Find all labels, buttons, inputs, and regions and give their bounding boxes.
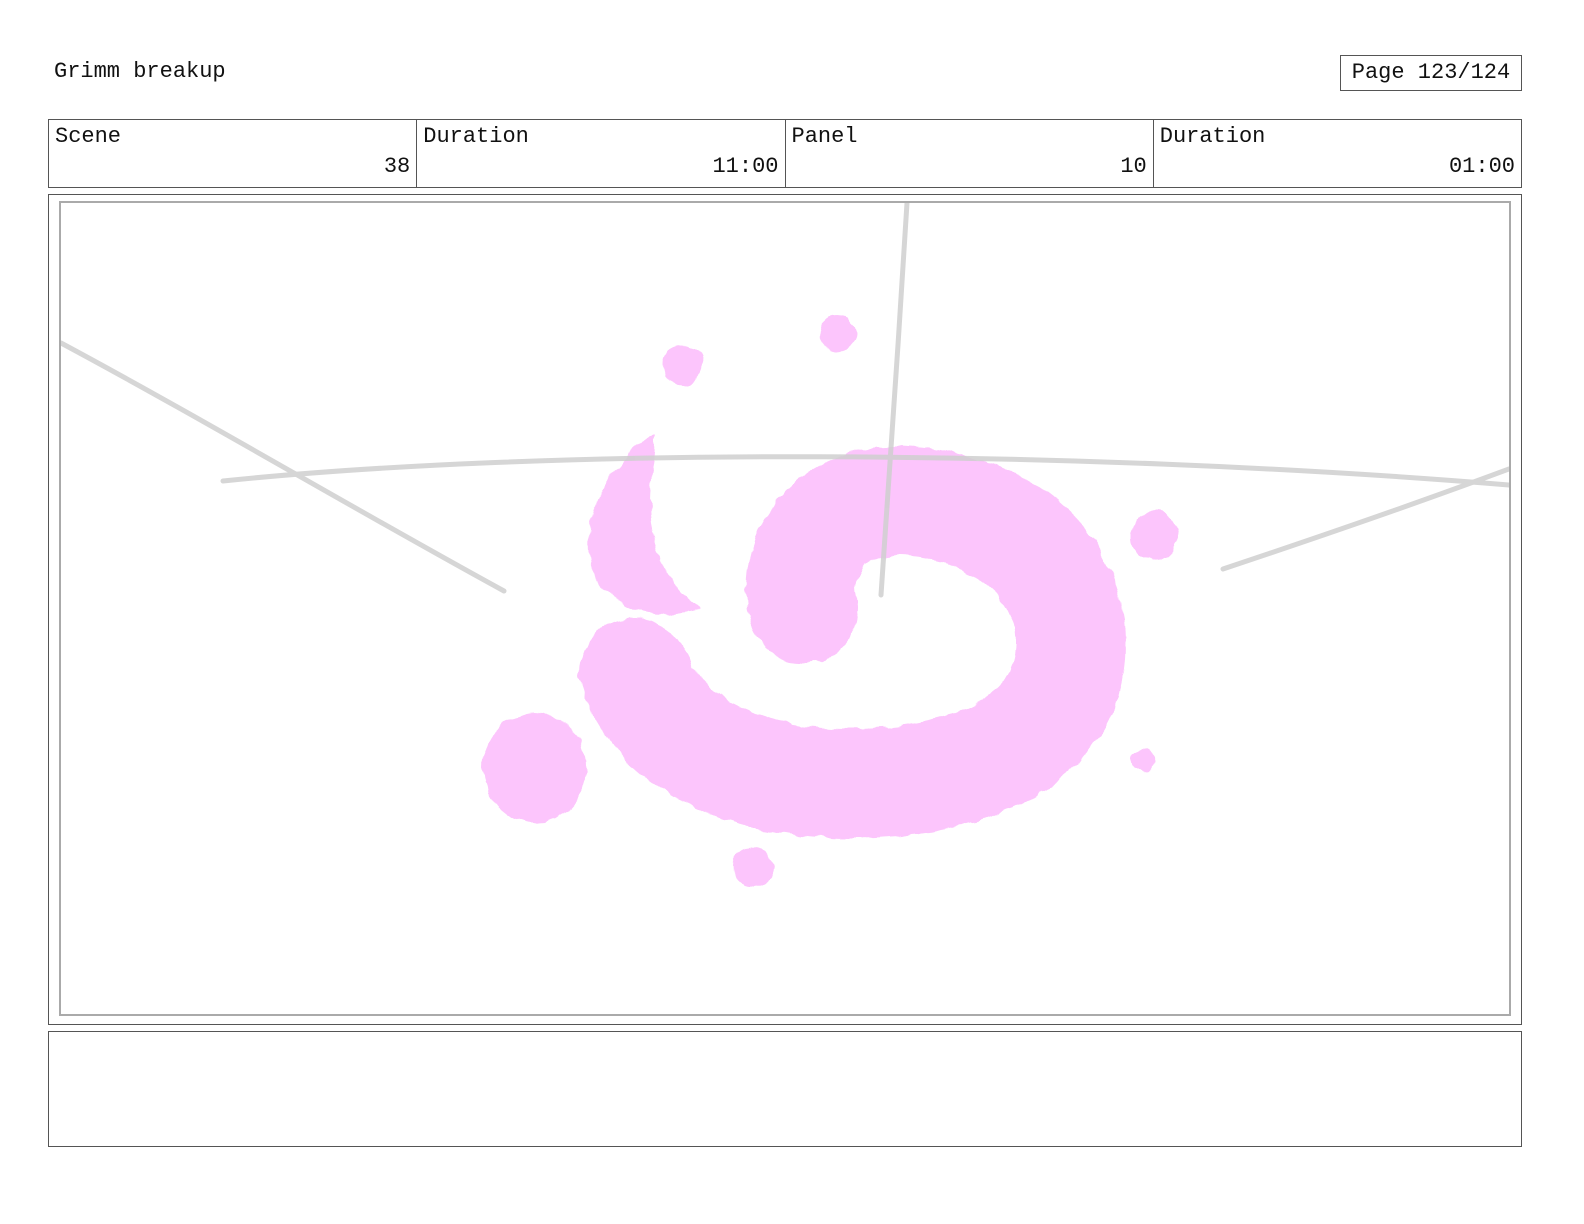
scene-duration-cell: Duration 11:00 [417,120,786,187]
page-counter: Page 123/124 [1340,55,1522,91]
puff-bottom [732,847,774,887]
swirl-ring-band [579,445,1127,839]
panel-cell: Panel 10 [786,120,1154,187]
storyboard-panel-frame [48,194,1522,1025]
scene-number: 38 [383,154,411,179]
scene-label: Scene [55,124,122,149]
scene-duration-value: 11:00 [712,154,779,179]
puff-large-left [483,713,587,823]
panel-duration-cell: Duration 01:00 [1154,120,1521,187]
storyboard-drawing-area [59,201,1511,1016]
pink-swirl-effect [483,315,1178,887]
panel-label: Panel [791,124,858,149]
project-title: Grimm breakup [54,59,226,84]
panel-notes-box [48,1031,1522,1147]
scene-duration-label: Duration [423,124,529,149]
puff-right [1132,511,1178,561]
panel-info-row: Scene 38 Duration 11:00 Panel 10 Duratio… [48,119,1522,188]
panel-duration-label: Duration [1159,124,1266,149]
panel-artwork [61,203,1509,887]
guide-line-right-diagonal [1220,466,1509,572]
scene-cell: Scene 38 [49,120,418,187]
puff-small-top [818,315,856,351]
panel-number: 10 [1120,154,1147,179]
puff-tiny-right [1131,749,1155,771]
crescent-left [588,436,701,615]
panel-duration-value: 01:00 [1448,154,1515,179]
puff-small-top-left [663,345,703,385]
